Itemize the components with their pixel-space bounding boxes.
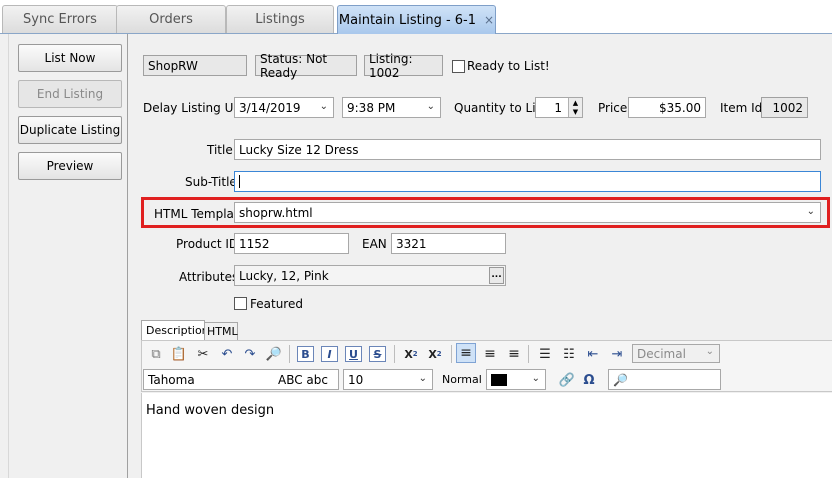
attributes-label: Attributes — [179, 270, 239, 284]
spinner-arrows-icon[interactable]: ▲ ▼ — [568, 98, 582, 117]
title-input[interactable]: Lucky Size 12 Dress — [234, 139, 821, 160]
special-character-icon[interactable]: Ω — [579, 370, 599, 390]
listing-number-field: Listing: 1002 — [364, 52, 443, 80]
description-editor[interactable]: Hand woven design — [141, 393, 832, 478]
numbered-list-icon[interactable]: ☷ — [559, 344, 579, 364]
featured-label: Featured — [250, 297, 303, 311]
featured-checkbox[interactable] — [234, 297, 247, 310]
find-icon[interactable]: 🔎 — [264, 344, 284, 364]
tab-orders[interactable]: Orders — [116, 5, 226, 33]
align-right-icon[interactable]: ≡ — [504, 344, 524, 364]
strikethrough-icon[interactable]: S — [369, 346, 386, 362]
price-field[interactable]: $35.00 — [628, 97, 706, 118]
subtitle-input[interactable] — [234, 171, 821, 192]
subscript-icon[interactable]: X2 — [401, 344, 421, 364]
price-label: Price — [598, 101, 628, 115]
close-icon[interactable]: × — [484, 13, 494, 27]
chevron-down-icon: ⌄ — [426, 101, 435, 112]
tab-html[interactable]: HTML — [204, 322, 238, 340]
product-id-input[interactable]: 1152 — [234, 233, 349, 254]
attributes-value: Lucky, 12, Pink — [239, 268, 329, 283]
font-size-value: 10 — [348, 372, 364, 387]
item-id-field: 1002 — [761, 97, 808, 118]
bullet-list-icon[interactable]: ☰ — [535, 344, 555, 364]
link-icon[interactable]: 🔗 — [557, 370, 577, 390]
toolbar-separator — [451, 345, 452, 363]
font-preview: ABC abc — [278, 372, 328, 387]
quantity-stepper[interactable]: 1 ▲ ▼ — [535, 97, 583, 118]
redo-icon[interactable]: ↷ — [240, 344, 260, 364]
font-size-select[interactable]: 10 ⌄ — [343, 369, 433, 390]
toolbar-separator — [394, 345, 395, 363]
toolbar-separator — [289, 345, 290, 363]
subtitle-label: Sub-Title — [185, 175, 237, 189]
bold-icon[interactable]: B — [297, 346, 314, 362]
chevron-down-icon: ⌄ — [531, 373, 540, 384]
ready-to-list-checkbox[interactable] — [452, 60, 465, 73]
paste-icon[interactable]: 📋 — [169, 344, 189, 364]
ean-input[interactable]: 3321 — [391, 233, 506, 254]
tab-bar: Sync Errors Orders Listings Maintain Lis… — [0, 0, 832, 34]
quantity-value: 1 — [554, 100, 562, 115]
tab-label: Orders — [149, 12, 193, 27]
ready-to-list-label: Ready to List! — [467, 59, 550, 73]
paragraph-style[interactable]: Normal — [442, 373, 482, 386]
store-name-field: ShopRW — [143, 55, 247, 76]
indent-icon[interactable]: ⇥ — [607, 344, 627, 364]
title-label: Title — [207, 143, 233, 157]
toolbar-separator — [528, 345, 529, 363]
delay-time-value: 9:38 PM — [347, 100, 396, 115]
delay-date-value: 3/14/2019 — [239, 100, 301, 115]
number-format-value: Decimal — [637, 346, 686, 361]
text-color-select[interactable]: ⌄ — [486, 369, 546, 390]
html-template-value: shoprw.html — [239, 205, 313, 220]
editor-toolbar: ⧉ 📋 ✂ ↶ ↷ 🔎 B I U S X2 X2 ≡ ≡ ≡ ☰ ☷ ⇤ ⇥ … — [141, 340, 832, 392]
product-id-label: Product ID — [176, 237, 239, 251]
tab-sync-errors[interactable]: Sync Errors — [2, 5, 118, 33]
tab-description[interactable]: Description — [141, 320, 209, 340]
undo-icon[interactable]: ↶ — [217, 344, 237, 364]
text-cursor — [239, 175, 240, 188]
html-template-select[interactable]: shoprw.html ⌄ — [234, 202, 821, 223]
list-now-button[interactable]: List Now — [18, 44, 122, 72]
underline-icon[interactable]: U — [345, 346, 362, 362]
ean-label: EAN — [362, 237, 387, 251]
chevron-down-icon: ⌄ — [319, 101, 328, 112]
html-template-label: HTML Template — [154, 207, 246, 221]
tab-maintain-listing[interactable]: Maintain Listing - 6-1 × — [337, 5, 496, 34]
preview-button[interactable]: Preview — [18, 152, 122, 180]
attributes-edit-button[interactable]: ... — [489, 267, 504, 284]
copy-icon[interactable]: ⧉ — [146, 344, 166, 364]
status-field: Status: Not Ready — [255, 52, 357, 80]
number-format-select[interactable]: Decimal ⌄ — [632, 344, 720, 363]
delay-time-picker[interactable]: 9:38 PM ⌄ — [342, 97, 441, 118]
font-value: Tahoma — [148, 372, 195, 387]
search-icon: 🔎 — [613, 372, 628, 387]
chevron-down-icon: ⌄ — [806, 206, 815, 217]
tab-label: Maintain Listing - 6-1 — [338, 12, 477, 28]
attributes-field[interactable]: Lucky, 12, Pink ... — [234, 265, 506, 286]
font-select[interactable]: Tahoma ABC abc — [143, 369, 339, 390]
chevron-down-icon: ⌄ — [418, 373, 427, 384]
tab-label: Sync Errors — [23, 12, 97, 27]
editor-search-input[interactable]: 🔎 — [608, 369, 721, 390]
tab-listings[interactable]: Listings — [226, 5, 334, 33]
color-swatch — [491, 373, 507, 386]
outdent-icon[interactable]: ⇤ — [583, 344, 603, 364]
chevron-down-icon: ⌄ — [705, 346, 714, 357]
align-left-icon[interactable]: ≡ — [456, 343, 476, 363]
duplicate-listing-button[interactable]: Duplicate Listing — [18, 116, 122, 144]
description-text: Hand woven design — [146, 403, 275, 418]
tab-label: Listings — [255, 12, 305, 27]
quantity-label: Quantity to List — [454, 101, 547, 115]
item-id-label: Item Id — [720, 101, 763, 115]
action-panel: List Now End Listing Duplicate Listing P… — [8, 34, 128, 478]
cut-icon[interactable]: ✂ — [193, 344, 213, 364]
align-center-icon[interactable]: ≡ — [480, 344, 500, 364]
end-listing-button[interactable]: End Listing — [18, 80, 122, 108]
italic-icon[interactable]: I — [321, 346, 338, 362]
delay-date-picker[interactable]: 3/14/2019 ⌄ — [234, 97, 334, 118]
superscript-icon[interactable]: X2 — [425, 344, 445, 364]
